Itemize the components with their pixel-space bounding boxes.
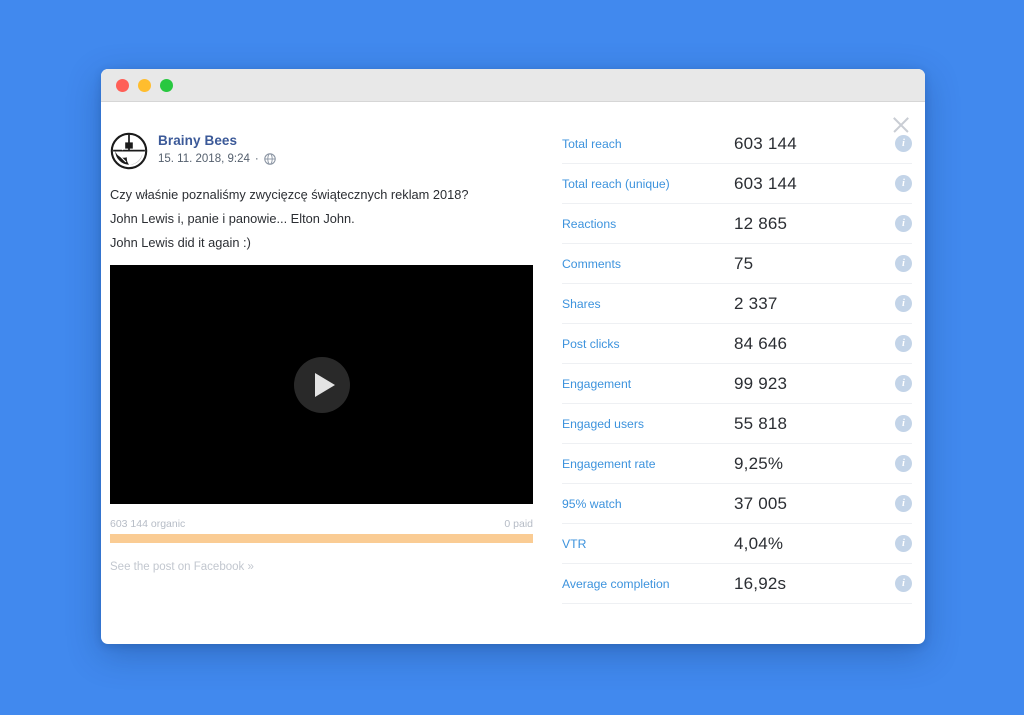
stat-value: 12 865 <box>734 213 788 233</box>
info-icon[interactable]: i <box>895 495 912 512</box>
stat-value: 37 005 <box>734 493 788 513</box>
globe-public-icon <box>263 153 276 165</box>
post-timestamp-row: 15. 11. 2018, 9:24 · <box>158 151 276 167</box>
stat-value: 9,25% <box>734 453 784 473</box>
stat-value: 4,04% <box>734 533 784 553</box>
stats-panel: Total reach 603 144 i Total reach (uniqu… <box>549 102 925 644</box>
stat-label: Post clicks <box>562 336 620 351</box>
stat-label: Engagement rate <box>562 456 656 471</box>
reach-labels: 603 144 organic 0 paid <box>110 518 533 530</box>
table-row: Comments 75 i <box>562 244 912 284</box>
stat-label: VTR <box>562 536 587 551</box>
table-row: Engagement rate 9,25% i <box>562 444 912 484</box>
stat-label: Comments <box>562 256 621 271</box>
info-icon[interactable]: i <box>895 215 912 232</box>
page-name[interactable]: Brainy Bees <box>158 133 276 149</box>
info-icon[interactable]: i <box>895 575 912 592</box>
close-icon[interactable] <box>890 114 912 136</box>
table-row: Average completion 16,92s i <box>562 564 912 604</box>
stat-value: 603 144 <box>734 133 797 153</box>
stat-label: Average completion <box>562 576 670 591</box>
video-player[interactable] <box>110 265 533 504</box>
table-row: Post clicks 84 646 i <box>562 324 912 364</box>
stat-value: 603 144 <box>734 173 797 193</box>
stat-value: 99 923 <box>734 373 788 393</box>
stat-value: 2 337 <box>734 293 778 313</box>
organic-reach-label: 603 144 organic <box>110 518 186 530</box>
info-icon[interactable]: i <box>895 535 912 552</box>
stat-value: 55 818 <box>734 413 788 433</box>
brainy-bees-logo-avatar <box>110 132 148 170</box>
info-icon[interactable]: i <box>895 415 912 432</box>
paid-reach-label: 0 paid <box>504 518 533 530</box>
table-row: VTR 4,04% i <box>562 524 912 564</box>
post-preview-panel: Brainy Bees 15. 11. 2018, 9:24 · Czy wła… <box>101 102 549 644</box>
info-icon[interactable]: i <box>895 135 912 152</box>
info-icon[interactable]: i <box>895 175 912 192</box>
info-icon[interactable]: i <box>895 295 912 312</box>
table-row: Reactions 12 865 i <box>562 204 912 244</box>
stat-label: 95% watch <box>562 496 622 511</box>
stat-label: Total reach (unique) <box>562 176 670 191</box>
app-window: Brainy Bees 15. 11. 2018, 9:24 · Czy wła… <box>101 69 925 644</box>
see-post-on-facebook-link[interactable]: See the post on Facebook » <box>110 561 549 573</box>
stat-value: 84 646 <box>734 333 788 353</box>
post-timestamp: 15. 11. 2018, 9:24 <box>158 153 250 165</box>
info-icon[interactable]: i <box>895 335 912 352</box>
post-line-3: John Lewis did it again :) <box>110 235 251 250</box>
post-line-1: Czy właśnie poznaliśmy zwycięzcę świątec… <box>110 187 469 202</box>
table-row: Engagement 99 923 i <box>562 364 912 404</box>
stat-label: Shares <box>562 296 601 311</box>
stat-label: Engaged users <box>562 416 644 431</box>
reach-progress-fill <box>110 534 533 543</box>
reach-breakdown: 603 144 organic 0 paid <box>110 518 533 543</box>
stat-label: Total reach <box>562 136 622 151</box>
info-icon[interactable]: i <box>895 255 912 272</box>
stat-value: 75 <box>734 253 754 273</box>
meta-separator: · <box>254 153 259 165</box>
table-row: Total reach (unique) 603 144 i <box>562 164 912 204</box>
info-icon[interactable]: i <box>895 375 912 392</box>
window-minimize-button[interactable] <box>138 78 151 92</box>
post-header: Brainy Bees 15. 11. 2018, 9:24 · <box>110 132 549 170</box>
stat-value: 16,92s <box>734 573 787 593</box>
table-row: Shares 2 337 i <box>562 284 912 324</box>
window-titlebar <box>101 69 925 102</box>
window-close-button[interactable] <box>116 78 129 92</box>
table-row: 95% watch 37 005 i <box>562 484 912 524</box>
table-row: Engaged users 55 818 i <box>562 404 912 444</box>
post-line-2: John Lewis i, panie i panowie... Elton J… <box>110 211 355 226</box>
window-content: Brainy Bees 15. 11. 2018, 9:24 · Czy wła… <box>101 102 925 644</box>
table-row: Total reach 603 144 i <box>562 124 912 164</box>
post-body: Czy właśnie poznaliśmy zwycięzcę świątec… <box>110 183 549 255</box>
play-icon[interactable] <box>293 356 350 413</box>
window-maximize-button[interactable] <box>160 78 173 92</box>
stat-label: Reactions <box>562 216 617 231</box>
stat-label: Engagement <box>562 376 632 391</box>
post-meta: Brainy Bees 15. 11. 2018, 9:24 · <box>158 132 276 167</box>
reach-progress-track <box>110 534 533 543</box>
info-icon[interactable]: i <box>895 455 912 472</box>
